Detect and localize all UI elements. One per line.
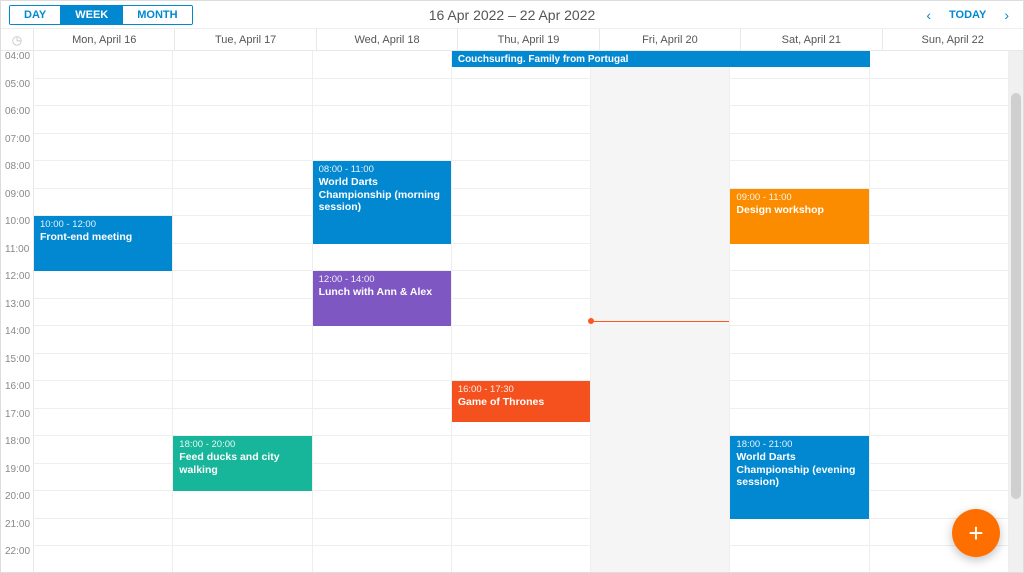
calendar-event[interactable]: 16:00 - 17:30Game of Thrones bbox=[452, 381, 590, 422]
calendar-event[interactable]: 18:00 - 21:00World Darts Championship (e… bbox=[730, 436, 868, 519]
next-button[interactable]: › bbox=[998, 5, 1015, 25]
hour-label: 05:00 bbox=[1, 79, 33, 107]
event-time: 18:00 - 20:00 bbox=[179, 439, 305, 450]
event-time: 12:00 - 14:00 bbox=[319, 274, 445, 285]
hour-label: 15:00 bbox=[1, 354, 33, 382]
day-header[interactable]: Mon, April 16 bbox=[34, 29, 175, 50]
calendar-body: 04:0005:0006:0007:0008:0009:0010:0011:00… bbox=[1, 51, 1023, 572]
day-column[interactable]: 16:00 - 17:30Game of Thrones bbox=[452, 51, 591, 572]
allday-event[interactable]: Couchsurfing. Family from Portugal bbox=[452, 51, 870, 67]
event-time: 08:00 - 11:00 bbox=[319, 164, 445, 175]
add-event-fab[interactable]: + bbox=[952, 509, 1000, 557]
toolbar: DAY WEEK MONTH 16 Apr 2022 – 22 Apr 2022… bbox=[1, 1, 1023, 29]
day-column[interactable]: 09:00 - 11:00Design workshop 18:00 - 21:0… bbox=[730, 51, 869, 572]
day-header[interactable]: Sun, April 22 bbox=[883, 29, 1023, 50]
day-header[interactable]: Thu, April 19 bbox=[458, 29, 599, 50]
nav-group: ‹ TODAY › bbox=[920, 5, 1015, 25]
calendar-event[interactable]: 09:00 - 11:00Design workshop bbox=[730, 189, 868, 244]
calendar-event[interactable]: 10:00 - 12:00Front-end meeting bbox=[34, 216, 172, 271]
hour-label: 06:00 bbox=[1, 106, 33, 134]
hour-label: 11:00 bbox=[1, 244, 33, 272]
day-column[interactable]: 08:00 - 11:00World Darts Championship (m… bbox=[313, 51, 452, 572]
day-column[interactable] bbox=[870, 51, 1009, 572]
day-column[interactable] bbox=[591, 51, 730, 572]
hour-label: 20:00 bbox=[1, 491, 33, 519]
vertical-scrollbar[interactable] bbox=[1009, 51, 1023, 572]
hour-label: 07:00 bbox=[1, 134, 33, 162]
calendar-event[interactable]: 12:00 - 14:00Lunch with Ann & Alex bbox=[313, 271, 451, 326]
event-time: 09:00 - 11:00 bbox=[736, 192, 862, 203]
hour-label: 08:00 bbox=[1, 161, 33, 189]
event-title: Design workshop bbox=[736, 204, 862, 217]
hour-label: 17:00 bbox=[1, 409, 33, 437]
calendar-event[interactable]: 18:00 - 20:00Feed ducks and city walking bbox=[173, 436, 311, 491]
hour-label: 14:00 bbox=[1, 326, 33, 354]
now-indicator bbox=[591, 321, 729, 322]
event-time: 18:00 - 21:00 bbox=[736, 439, 862, 450]
hour-label: 18:00 bbox=[1, 436, 33, 464]
scrollbar-thumb[interactable] bbox=[1011, 93, 1021, 499]
view-day-button[interactable]: DAY bbox=[10, 6, 61, 24]
event-title: Front-end meeting bbox=[40, 231, 166, 244]
day-header[interactable]: Tue, April 17 bbox=[175, 29, 316, 50]
day-column[interactable]: 10:00 - 12:00Front-end meeting bbox=[34, 51, 173, 572]
time-column: 04:0005:0006:0007:0008:0009:0010:0011:00… bbox=[1, 51, 34, 572]
week-grid[interactable]: 10:00 - 12:00Front-end meeting 18:00 - 20… bbox=[34, 51, 1009, 572]
calendar-app: DAY WEEK MONTH 16 Apr 2022 – 22 Apr 2022… bbox=[0, 0, 1024, 573]
prev-button[interactable]: ‹ bbox=[920, 5, 937, 25]
hour-label: 22:00 bbox=[1, 546, 33, 572]
today-button[interactable]: TODAY bbox=[949, 9, 986, 21]
day-columns: 10:00 - 12:00Front-end meeting 18:00 - 20… bbox=[34, 51, 1009, 572]
hour-label: 09:00 bbox=[1, 189, 33, 217]
event-time: 16:00 - 17:30 bbox=[458, 384, 584, 395]
event-title: World Darts Championship (morning sessio… bbox=[319, 176, 445, 214]
calendar-event[interactable]: 08:00 - 11:00World Darts Championship (m… bbox=[313, 161, 451, 244]
day-column[interactable]: 18:00 - 20:00Feed ducks and city walking bbox=[173, 51, 312, 572]
day-header[interactable]: Wed, April 18 bbox=[317, 29, 458, 50]
hour-label: 10:00 bbox=[1, 216, 33, 244]
view-switcher: DAY WEEK MONTH bbox=[9, 5, 193, 25]
day-headers: ◷ Mon, April 16Tue, April 17Wed, April 1… bbox=[1, 29, 1023, 51]
event-time: 10:00 - 12:00 bbox=[40, 219, 166, 230]
event-title: Feed ducks and city walking bbox=[179, 451, 305, 476]
event-title: World Darts Championship (evening sessio… bbox=[736, 451, 862, 489]
event-title: Lunch with Ann & Alex bbox=[319, 286, 445, 299]
hour-label: 04:00 bbox=[1, 51, 33, 79]
hour-label: 13:00 bbox=[1, 299, 33, 327]
hour-label: 12:00 bbox=[1, 271, 33, 299]
view-week-button[interactable]: WEEK bbox=[61, 6, 123, 24]
hour-label: 19:00 bbox=[1, 464, 33, 492]
hour-label: 21:00 bbox=[1, 519, 33, 547]
hour-label: 16:00 bbox=[1, 381, 33, 409]
clock-icon: ◷ bbox=[1, 29, 34, 50]
event-title: Game of Thrones bbox=[458, 396, 584, 409]
day-header[interactable]: Fri, April 20 bbox=[600, 29, 741, 50]
day-header[interactable]: Sat, April 21 bbox=[741, 29, 882, 50]
view-month-button[interactable]: MONTH bbox=[123, 6, 191, 24]
